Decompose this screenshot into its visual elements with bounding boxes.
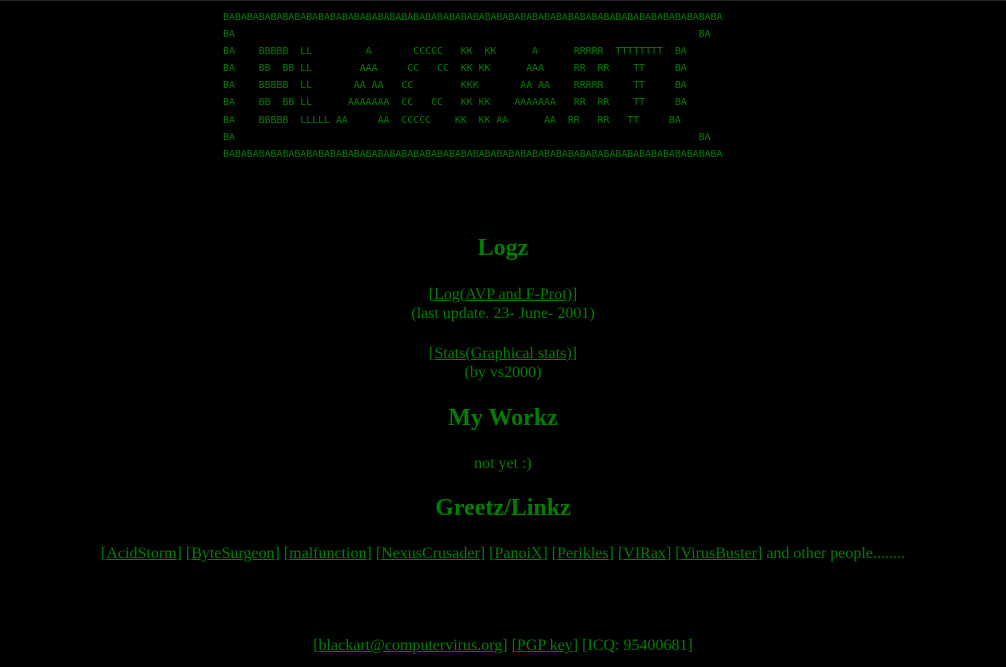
greetz-link-virusbuster[interactable]: VirusBuster xyxy=(681,545,757,562)
banner-line: BA BBBBB LL AA AA CC KKK AA AA RRRRR TT … xyxy=(223,80,687,92)
greetz-link-virax[interactable]: VIRax xyxy=(623,545,666,562)
banner-line: BA BB BB LL AAA CC CC KK KK AAA RR RR TT… xyxy=(223,63,687,75)
ascii-art-banner: BABABABABABABABABABABABABABABABABABABABA… xyxy=(223,9,722,163)
logz-heading: Logz xyxy=(477,235,529,261)
log-entry: [Log(AVP and F-Prot)] (last update. 23- … xyxy=(411,286,595,322)
banner-line: BA BA xyxy=(223,29,711,41)
stats-entry: [Stats(Graphical stats)] (by vs2000) xyxy=(429,345,577,381)
workz-heading: My Workz xyxy=(448,405,558,431)
banner-line: BA BA xyxy=(223,131,711,143)
greetz-heading: Greetz/Linkz xyxy=(435,495,571,521)
banner-line: BA BBBBB LL A CCCCC KK KK A RRRRR TTTTTT… xyxy=(223,46,687,58)
banner-line: BA BB BB LL AAAAAAA CC CC KK KK AAAAAAA … xyxy=(223,97,687,109)
footer: [blackart@computervirus.org] [PGP key] [… xyxy=(313,637,693,654)
banner-line: BABABABABABABABABABABABABABABABABABABABA… xyxy=(223,148,723,160)
workz-note-row: not yet :) xyxy=(0,454,1006,473)
email-link[interactable]: blackart@computervirus.org xyxy=(319,637,503,654)
greetz-link-panoix[interactable]: PanoiX xyxy=(494,545,542,562)
greetz-link-acidstorm[interactable]: AcidStorm xyxy=(106,545,176,562)
stats-note: (by vs2000) xyxy=(464,364,542,381)
greetz-link-nexuscrusader[interactable]: NexusCrusader xyxy=(381,545,480,562)
workz-note: not yet :) xyxy=(474,455,532,472)
greetz-links: [AcidStorm] [ByteSurgeon] [malfunction] … xyxy=(101,545,905,562)
icq-number: [ICQ: 95400681] xyxy=(582,637,693,654)
greetz-tail: and other people........ xyxy=(766,545,905,562)
greetz-link-malfunction[interactable]: malfunction xyxy=(289,545,366,562)
banner-line: BABABABABABABABABABABABABABABABABABABABA… xyxy=(223,12,723,23)
greetz-link-perikles[interactable]: Perikles xyxy=(557,545,609,562)
stats-link[interactable]: Stats(Graphical stats) xyxy=(434,345,571,362)
workz-section: My Workz xyxy=(0,405,1006,432)
pgp-key-link[interactable]: PGP key xyxy=(517,637,573,654)
log-update-note: (last update. 23- June- 2001) xyxy=(411,305,595,322)
log-link[interactable]: Log(AVP and F-Prot) xyxy=(434,286,572,303)
logz-section: Logz xyxy=(0,235,1006,262)
greetz-link-bytesurgeon[interactable]: ByteSurgeon xyxy=(191,545,274,562)
greetz-section: Greetz/Linkz xyxy=(0,495,1006,522)
banner-line: BA BBBBB LLLLL AA AA CCCCC KK KK AA AA R… xyxy=(223,114,681,126)
